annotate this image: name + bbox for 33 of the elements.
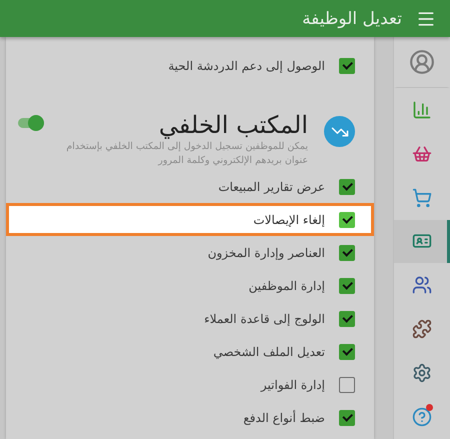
checkbox[interactable] — [339, 244, 355, 260]
permission-label: تعديل الملف الشخصي — [213, 344, 325, 358]
checkbox[interactable] — [339, 58, 355, 74]
puzzle-icon — [412, 319, 432, 340]
cart-icon — [412, 188, 432, 208]
notification-dot — [426, 404, 433, 412]
checkbox[interactable] — [339, 410, 355, 426]
permission-label: العناصر وإدارة المخزون — [208, 246, 325, 260]
help-icon — [412, 407, 432, 428]
checkbox[interactable] — [339, 278, 355, 294]
checkbox[interactable] — [339, 344, 355, 360]
basket-icon — [412, 144, 432, 164]
settings-icon — [412, 363, 432, 384]
permission-label: الولوج إلى قاعدة العملاء — [204, 312, 325, 326]
sidebar-item[interactable] — [394, 220, 450, 264]
checkbox[interactable] — [339, 212, 355, 228]
permission-label: ضبط أنواع الدفع — [243, 410, 325, 424]
section-title: المكتب الخلفي — [158, 110, 308, 140]
checkbox[interactable] — [339, 178, 355, 194]
checkbox[interactable] — [339, 310, 355, 326]
page-title: تعديل الوظيفة — [302, 8, 402, 28]
checkbox[interactable] — [339, 376, 355, 392]
user-icon — [409, 48, 435, 75]
permission-label: إلغاء الإيصالات — [253, 212, 325, 226]
permission-label: عرض تقارير المبيعات — [218, 180, 325, 194]
bar-chart-icon — [412, 100, 432, 120]
people-icon — [412, 275, 432, 296]
permission-label: إدارة الموظفين — [248, 278, 325, 292]
chart-down-icon — [324, 116, 355, 147]
permission-label: الوصول إلى دعم الدردشة الحية — [168, 58, 325, 72]
section-description: يمكن للموظفين تسجيل الدخول إلى المكتب الخلفي بإستخدام عنوان بريدهم الإلكتروني وكلمة المرور — [65, 140, 308, 168]
toggle-switch[interactable] — [18, 118, 44, 128]
permission-label: إدارة الفواتير — [260, 378, 325, 392]
